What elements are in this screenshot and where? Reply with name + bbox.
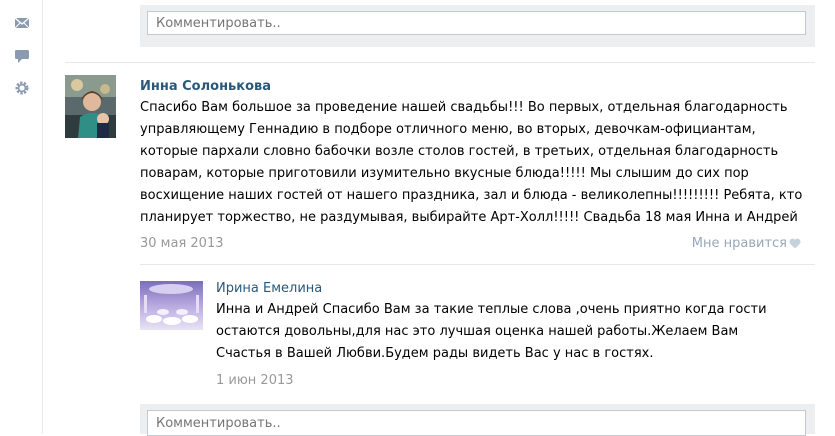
bottom-comment-box bbox=[140, 404, 815, 436]
left-sidebar bbox=[0, 0, 43, 434]
reply-text: Инна и Андрей Спасибо Вам за такие теплы… bbox=[216, 302, 767, 361]
reply-date[interactable]: 1 июн 2013 bbox=[216, 373, 294, 388]
comment-date[interactable]: 30 мая 2013 bbox=[140, 236, 223, 251]
gear-icon[interactable] bbox=[14, 80, 30, 96]
comment-author-link[interactable]: Инна Солонькова bbox=[140, 79, 271, 94]
comment-text: Спасибо Вам большое за проведение нашей … bbox=[140, 100, 803, 225]
comment-input[interactable] bbox=[147, 410, 806, 436]
divider bbox=[140, 264, 815, 265]
heart-icon bbox=[789, 238, 801, 249]
divider bbox=[65, 62, 815, 63]
comment-input[interactable] bbox=[147, 11, 806, 35]
like-label: Мне нравится bbox=[691, 236, 787, 251]
avatar[interactable] bbox=[65, 75, 116, 138]
reply-author-link[interactable]: Ирина Емелина bbox=[216, 281, 322, 296]
like-button[interactable]: Мне нравится bbox=[692, 236, 801, 251]
chat-bubble-icon[interactable] bbox=[14, 48, 30, 64]
mail-icon[interactable] bbox=[14, 15, 30, 31]
avatar[interactable] bbox=[140, 281, 203, 330]
top-comment-box bbox=[140, 5, 815, 47]
